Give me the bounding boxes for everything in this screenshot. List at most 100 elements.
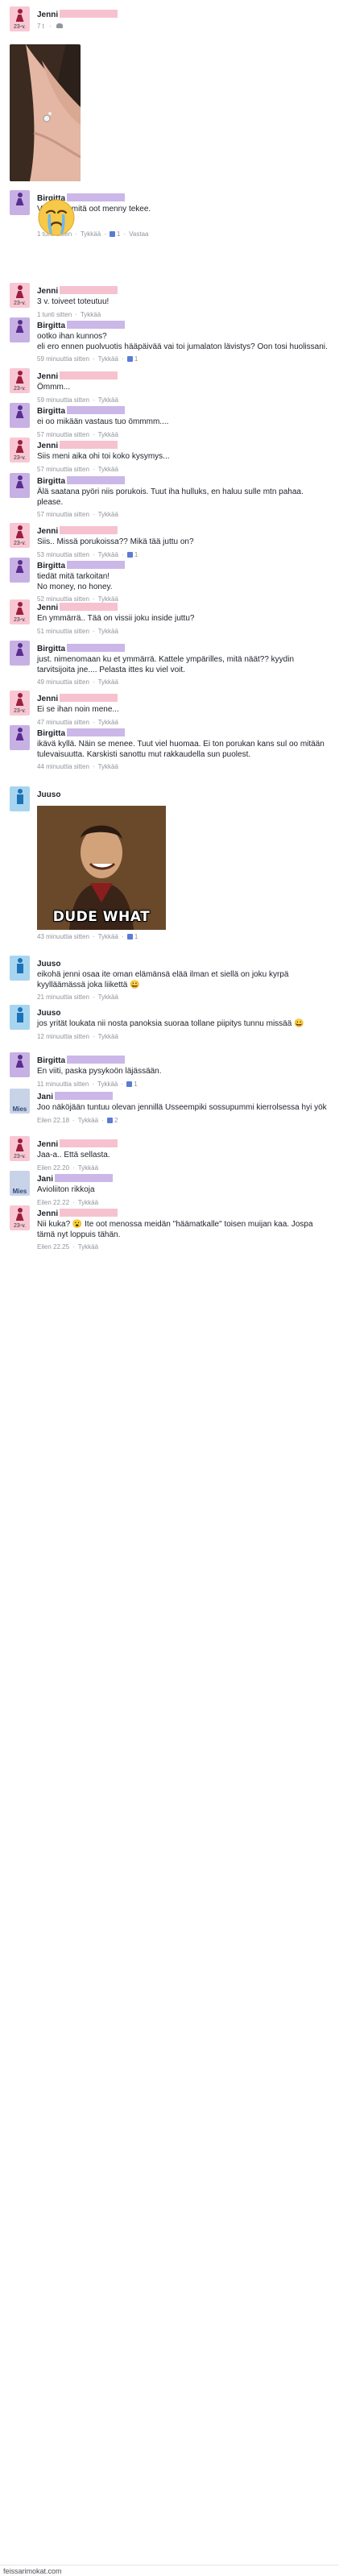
avatar[interactable]	[10, 558, 30, 583]
avatar[interactable]	[10, 317, 30, 342]
like-button[interactable]: Tykkää	[98, 933, 118, 940]
commenter-name[interactable]: Jenni	[37, 442, 58, 451]
avatar[interactable]: 23-v.	[10, 368, 30, 393]
meme-image[interactable]: DUDE WHAT	[37, 806, 166, 930]
avatar[interactable]: 23-v.	[10, 1136, 30, 1161]
commenter-name[interactable]: Juuso	[37, 1009, 60, 1018]
commenter-name[interactable]: Jenni	[37, 1209, 58, 1219]
thumbs-up-icon	[126, 1081, 133, 1087]
like-count[interactable]: 2	[113, 1117, 118, 1124]
female-icon	[15, 193, 24, 209]
commenter-name[interactable]: Juuso	[37, 790, 60, 800]
commenter-name[interactable]: Birgitta	[37, 321, 65, 331]
avatar[interactable]	[10, 725, 30, 750]
avatar[interactable]: Mies	[10, 1171, 30, 1196]
comment-time[interactable]: 12 minuuttia sitten	[37, 1033, 89, 1040]
avatar[interactable]	[10, 641, 30, 666]
avatar[interactable]: 23-v.	[10, 599, 30, 624]
comment-time[interactable]: 57 minuuttia sitten	[37, 466, 89, 473]
separator: ·	[92, 678, 95, 686]
avatar[interactable]: 23-v.	[10, 523, 30, 548]
comment-feed: 23-v. Jenni 7 t · Olinko vähä hurja!!	[0, 0, 339, 2576]
avatar[interactable]: 23-v.	[10, 691, 30, 716]
redaction-bar	[55, 1092, 114, 1100]
comment-time[interactable]: 11 minuuttia sitten	[37, 1081, 89, 1088]
separator: ·	[123, 230, 126, 238]
post-time[interactable]: 7 t	[37, 23, 44, 30]
female-icon	[15, 9, 24, 25]
avatar[interactable]	[10, 1052, 30, 1077]
avatar[interactable]: 23-v.	[10, 438, 30, 463]
comment-time[interactable]: 51 minuuttia sitten	[37, 628, 89, 635]
redaction-bar	[60, 1209, 118, 1217]
comment-time[interactable]: 43 minuuttia sitten	[37, 933, 89, 940]
commenter-name[interactable]: Jenni	[37, 1140, 58, 1150]
commenter-name[interactable]: Birgitta	[37, 477, 65, 487]
like-count[interactable]: 1	[133, 933, 138, 940]
comment-time[interactable]: 44 minuuttia sitten	[37, 763, 89, 770]
like-button[interactable]: Tykkää	[98, 511, 118, 518]
commenter-name[interactable]: Birgitta	[37, 645, 65, 654]
like-count[interactable]: 1	[132, 1081, 137, 1088]
author-name[interactable]: Jenni	[37, 10, 58, 20]
commenter-name[interactable]: Birgitta	[37, 729, 65, 739]
avatar[interactable]	[10, 1005, 30, 1030]
female-icon	[15, 560, 24, 576]
like-button[interactable]: Tykkää	[78, 1117, 98, 1124]
like-button[interactable]: Tykkää	[98, 628, 118, 635]
commenter-name[interactable]: Jenni	[37, 372, 58, 382]
comment-time[interactable]: Eilen 22.18	[37, 1117, 69, 1124]
like-button[interactable]: Tykkää	[98, 1033, 118, 1040]
comment-text: En ymmärrä.. Tää on vissii joku inside j…	[37, 614, 195, 623]
avatar[interactable]: 23-v.	[10, 1205, 30, 1230]
age-label: 23-v.	[13, 1223, 27, 1229]
avatar[interactable]: 23-v.	[10, 6, 30, 31]
like-count[interactable]: 1	[115, 230, 120, 238]
comment-time[interactable]: Eilen 22.25	[37, 1243, 69, 1251]
comment-time[interactable]: 57 minuuttia sitten	[37, 511, 89, 518]
avatar[interactable]	[10, 190, 30, 215]
commenter-name[interactable]: Juuso	[37, 960, 60, 969]
commenter-name[interactable]: Jenni	[37, 604, 58, 613]
avatar[interactable]	[10, 786, 30, 811]
avatar[interactable]	[10, 403, 30, 428]
comment-time[interactable]: 49 minuuttia sitten	[37, 678, 89, 686]
age-label: 23-v.	[13, 1154, 27, 1159]
like-count[interactable]: 1	[133, 355, 138, 363]
avatar[interactable]	[10, 473, 30, 498]
redaction-bar	[60, 526, 118, 534]
male-icon	[16, 1007, 24, 1023]
comment-meta: Eilen 22.25 · Tykkää	[37, 1242, 329, 1251]
commenter-name[interactable]: Birgitta	[37, 562, 65, 571]
like-button[interactable]: Tykkää	[98, 678, 118, 686]
avatar[interactable]: 23-v.	[10, 283, 30, 308]
comment-meta: 11 minuuttia sitten · Tykkää · 1	[37, 1080, 329, 1089]
avatar[interactable]	[10, 956, 30, 981]
comment-meta: 57 minuuttia sitten · Tykkää	[37, 465, 329, 474]
comment-text: En viiti, paska pysykoön läjässään.	[37, 1067, 162, 1076]
commenter-name[interactable]: Jenni	[37, 527, 58, 537]
commenter-name[interactable]: Jenni	[37, 695, 58, 704]
avatar[interactable]: Mies	[10, 1089, 30, 1114]
commenter-name[interactable]: Jenni	[37, 287, 58, 297]
post-photo[interactable]	[10, 44, 81, 181]
commenter-name[interactable]: Birgitta	[37, 407, 65, 417]
comment-time[interactable]: 59 minuuttia sitten	[37, 355, 89, 363]
like-button[interactable]: Tykkää	[78, 1243, 98, 1251]
comment-text: ei oo mikään vastaus tuo ömmmm....	[37, 417, 169, 426]
female-icon	[15, 1208, 24, 1224]
like-button[interactable]: Tykkää	[98, 993, 118, 1001]
commenter-name[interactable]: Birgitta	[37, 1056, 65, 1066]
male-icon	[16, 958, 24, 974]
like-button[interactable]: Tykkää	[81, 230, 101, 238]
commenter-name[interactable]: Jani	[37, 1175, 53, 1184]
commenter-name[interactable]: Jani	[37, 1093, 53, 1102]
reply-button[interactable]: Vastaa	[129, 230, 148, 238]
thumbs-up-icon	[109, 230, 115, 237]
like-button[interactable]: Tykkää	[98, 355, 118, 363]
separator: ·	[121, 1080, 124, 1088]
like-button[interactable]: Tykkää	[98, 763, 118, 770]
comment-time[interactable]: 21 minuuttia sitten	[37, 993, 89, 1001]
like-button[interactable]: Tykkää	[97, 1081, 118, 1088]
like-button[interactable]: Tykkää	[98, 466, 118, 473]
